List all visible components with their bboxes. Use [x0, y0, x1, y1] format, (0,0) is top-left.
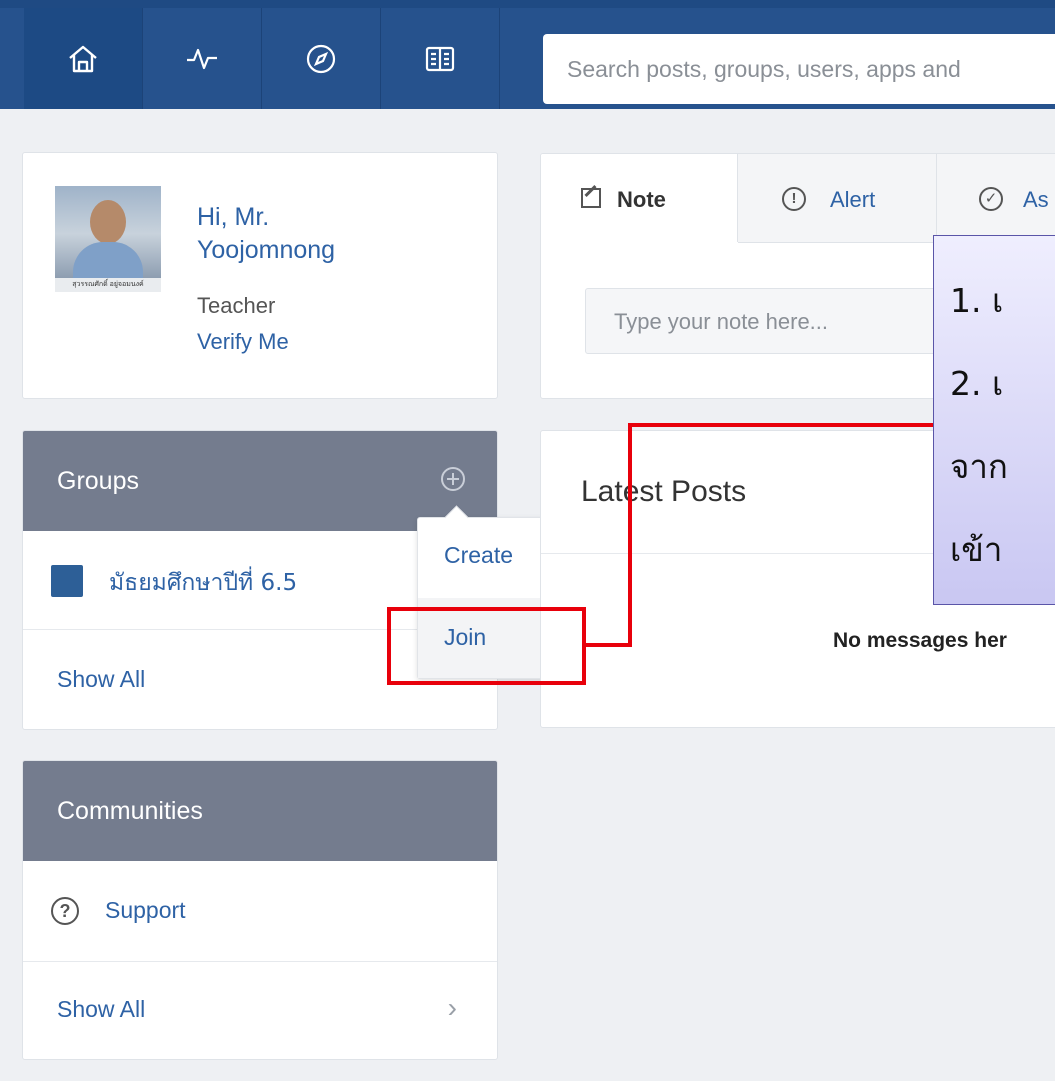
empty-message: No messages her [833, 629, 1007, 652]
nav-activity-button[interactable] [143, 8, 262, 109]
tab-note-label: Note [617, 187, 666, 212]
greeting-line1: Hi, Mr. [197, 203, 270, 231]
nav-directory-button[interactable] [381, 8, 500, 109]
group-color-swatch [51, 565, 83, 597]
communities-panel: Communities ? Support Show All › [22, 760, 498, 1060]
nav-home-button[interactable] [24, 8, 143, 109]
avatar-caption: สุวรรณศักดิ์ อยู่จอมนงค์ [55, 278, 161, 292]
communities-header: Communities [23, 761, 497, 861]
community-support-label: Support [105, 897, 186, 923]
groups-show-all-label: Show All [57, 666, 146, 692]
tab-assignment[interactable]: ✓ As [937, 154, 1055, 243]
communities-show-all[interactable]: Show All › [23, 962, 497, 1059]
callout-line-1: 1. เ [950, 281, 1004, 320]
note-placeholder: Type your note here... [614, 309, 829, 334]
chevron-right-icon: › [447, 992, 457, 1023]
latest-posts-title: Latest Posts [581, 475, 747, 508]
profile-card: สุวรรณศักดิ์ อยู่จอมนงค์ Hi, Mr. Yoojomn… [22, 152, 498, 399]
check-circle-icon: ✓ [979, 187, 1003, 211]
callout-line-2: 2. เ [950, 364, 1004, 403]
communities-title: Communities [57, 796, 203, 825]
profile-name[interactable]: Hi, Mr. Yoojomnong [197, 201, 335, 267]
callout-line-3: จาก [950, 447, 1008, 486]
search-input[interactable]: Search posts, groups, users, apps and [543, 34, 1055, 104]
instruction-callout: 1. เ 2. เ จาก เข้า [933, 235, 1055, 605]
activity-icon [187, 48, 217, 69]
groups-header: Groups [23, 431, 497, 531]
community-item-support[interactable]: ? Support [23, 861, 497, 961]
alert-icon: ! [782, 187, 806, 211]
greeting-line2: Yoojomnong [197, 236, 336, 264]
top-nav-bar: Search posts, groups, users, apps and [0, 0, 1055, 109]
tab-alert-label: Alert [830, 187, 876, 212]
avatar[interactable]: สุวรรณศักดิ์ อยู่จอมนงค์ [55, 186, 161, 292]
nav-discover-button[interactable] [262, 8, 381, 109]
book-icon [425, 46, 455, 71]
home-icon [69, 45, 97, 72]
profile-role: Teacher [197, 293, 276, 318]
menu-create-label: Create [444, 542, 514, 568]
join-highlight-box [387, 607, 586, 685]
group-name: มัธยมศึกษาปีที่ 6.5 [109, 570, 298, 596]
callout-line-4: เข้า [950, 530, 1003, 569]
help-icon: ? [51, 897, 79, 925]
add-group-icon[interactable] [441, 467, 465, 491]
tab-assignment-label: As [1023, 187, 1049, 212]
communities-show-all-label: Show All [57, 996, 146, 1022]
note-icon [581, 184, 601, 208]
search-placeholder: Search posts, groups, users, apps and [567, 55, 961, 82]
tab-note[interactable]: Note [541, 154, 738, 242]
groups-title: Groups [57, 466, 139, 495]
tab-alert[interactable]: ! Alert [738, 154, 937, 243]
verify-me-link[interactable]: Verify Me [197, 329, 289, 355]
compass-icon [306, 44, 336, 73]
